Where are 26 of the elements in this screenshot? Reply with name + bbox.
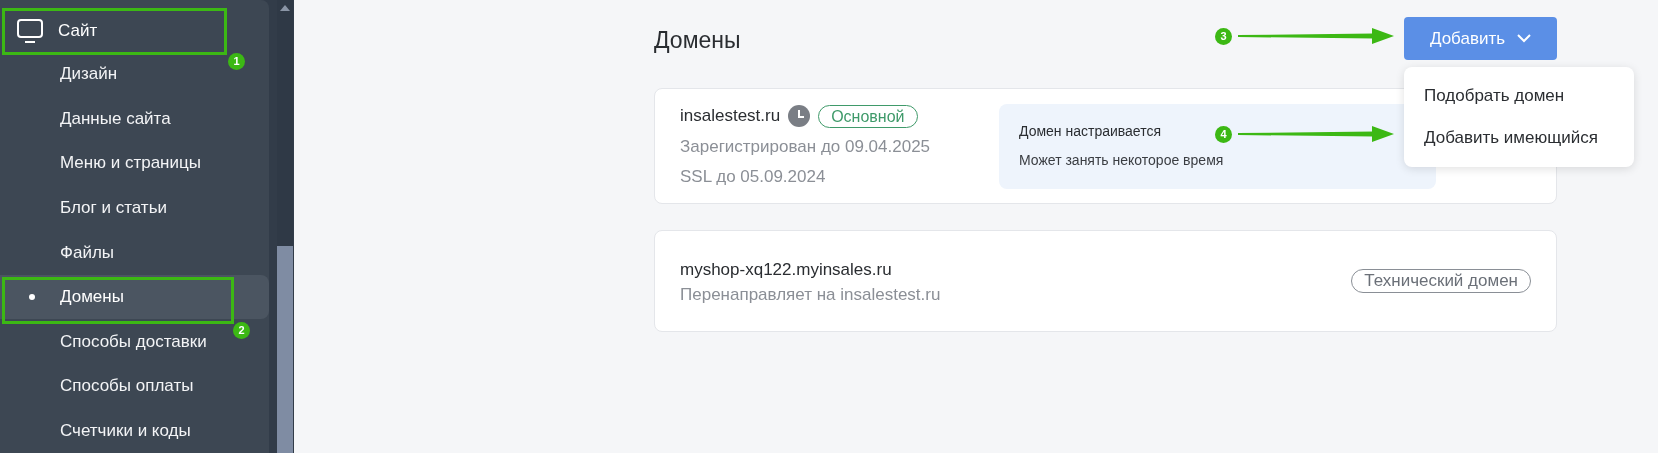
scrollbar-thumb[interactable] [277, 246, 293, 453]
notice-text: Может занять некоторое время [1019, 151, 1224, 170]
sidebar-item[interactable]: Домены [60, 284, 124, 310]
sidebar-item[interactable]: Блог и статьи [60, 195, 167, 221]
domain-name: myshop-xq122.myinsales.ru [680, 259, 892, 282]
bullet-icon [29, 293, 35, 300]
sidebar-item[interactable]: Дизайн [60, 61, 118, 87]
sidebar-item[interactable]: Счетчики и коды [60, 417, 191, 444]
domain-detail: Перенаправляет на insalestest.ru [680, 284, 941, 305]
domain-name: insalestest.ru [680, 105, 781, 128]
sidebar-item[interactable]: Файлы [60, 239, 114, 266]
sidebar-item[interactable]: Меню и страницы [60, 150, 201, 176]
step-number: 3 [1215, 28, 1232, 45]
monitor-icon [16, 17, 44, 44]
domain-detail: Зарегистрирован до 09.04.2025 [680, 135, 931, 158]
scroll-up-icon [280, 5, 290, 11]
chevron-down-icon [1517, 34, 1532, 43]
sidebar-item[interactable]: Способы доставки [60, 328, 207, 355]
sidebar-item[interactable]: Способы оплаты [60, 373, 194, 399]
domain-detail: SSL до 05.09.2024 [680, 165, 827, 188]
sidebar-item[interactable]: Данные сайта [60, 105, 171, 132]
page-title: Домены [654, 26, 741, 55]
notice-title: Домен настраивается [1019, 122, 1161, 141]
menu-item[interactable]: Добавить имеющийся [1404, 117, 1634, 159]
sidebar-section[interactable]: Сайт [16, 17, 98, 44]
menu-item[interactable]: Подобрать домен [1404, 75, 1634, 117]
